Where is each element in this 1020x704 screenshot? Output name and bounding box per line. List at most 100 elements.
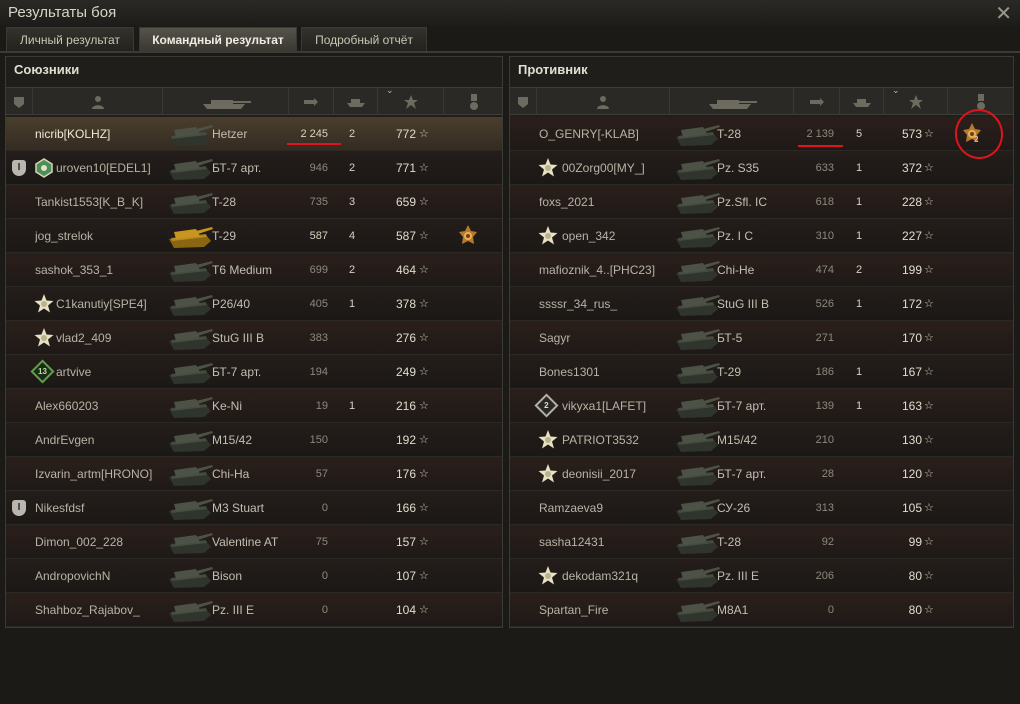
table-row[interactable]: deonisii_2017 БТ-7 арт. 28 120 ☆ — [510, 457, 1013, 491]
xp-value: 80 — [908, 602, 922, 617]
table-row[interactable]: AndropovichN Bison 0 107 ☆ — [6, 559, 502, 593]
table-row[interactable]: Alex660203 Ke-Ni 19 1 216 ☆ — [6, 389, 502, 423]
tank-thumbnail-icon — [673, 321, 721, 354]
table-row[interactable]: open_342 Pz. I C 310 1 227 ☆ — [510, 219, 1013, 253]
sort-xp-column[interactable]: ⌄ — [378, 85, 444, 115]
table-row[interactable]: mafioznik_4..[PHC23] Chi-He 474 2 199 ☆ — [510, 253, 1013, 287]
table-row[interactable]: jog_strelok T-29 587 4 587 ☆ — [6, 219, 502, 253]
table-row[interactable]: Spartan_Fire M8A1 0 80 ☆ — [510, 593, 1013, 627]
player-name[interactable]: C1kanutiy[SPE4] — [56, 287, 176, 320]
table-row[interactable]: Dimon_002_228 Valentine AT 75 157 ☆ — [6, 525, 502, 559]
table-row[interactable]: nicrib[KOLHZ] Hetzer 2 245 2 772 ☆ — [6, 117, 502, 151]
tab-detailed-report[interactable]: Подробный отчёт — [301, 27, 427, 51]
sort-xp-column[interactable]: ⌄ — [884, 85, 948, 115]
player-name[interactable]: Dimon_002_228 — [35, 525, 175, 558]
player-name[interactable]: mafioznik_4..[PHC23] — [539, 253, 679, 286]
sort-tank-column[interactable] — [670, 88, 794, 115]
kills-value — [344, 321, 360, 354]
damage-icon — [304, 97, 318, 106]
tab-team-result[interactable]: Командный результат — [139, 27, 297, 51]
player-name[interactable]: jog_strelok — [35, 219, 175, 252]
player-name[interactable]: ssssr_34_rus_ — [539, 287, 679, 320]
player-name[interactable]: Alex660203 — [35, 389, 175, 422]
sort-kills-column[interactable] — [334, 88, 378, 115]
clan-emblem-icon — [34, 151, 54, 184]
sort-badge-column[interactable] — [510, 88, 537, 115]
player-name[interactable]: Tankist1553[K_B_K] — [35, 185, 175, 218]
player-name[interactable]: open_342 — [562, 219, 682, 252]
table-row[interactable]: foxs_2021 Pz.Sfl. IC 618 1 228 ☆ — [510, 185, 1013, 219]
tank-name: Pz.Sfl. IC — [717, 194, 768, 209]
damage-value: 271 — [815, 331, 834, 344]
damage-value: 0 — [827, 603, 834, 616]
table-row[interactable]: Ramzaeva9 СУ-26 313 105 ☆ — [510, 491, 1013, 525]
close-icon[interactable]: ✕ — [995, 1, 1012, 25]
player-name[interactable]: nicrib[KOLHZ] — [35, 117, 175, 150]
sort-player-column[interactable] — [33, 88, 163, 115]
tank-thumbnail-icon — [673, 185, 721, 218]
xp-value: 249 — [395, 364, 416, 379]
player-name[interactable]: Sagyr — [539, 321, 679, 354]
table-row[interactable]: Bones1301 T-29 186 1 167 ☆ — [510, 355, 1013, 389]
player-name[interactable]: uroven10[EDEL1] — [56, 151, 176, 184]
table-row[interactable]: ssssr_34_rus_ StuG III B 526 1 172 ☆ — [510, 287, 1013, 321]
damage-value: 526 — [815, 297, 834, 310]
table-row[interactable]: O_GENRY[-KLAB] T-28 2 139 5 573 ☆ 2 — [510, 117, 1013, 151]
player-name[interactable]: PATRIOT3532 — [562, 423, 682, 456]
xp-value: 192 — [395, 432, 416, 447]
table-row[interactable]: AndrEvgen M15/42 150 192 ☆ — [6, 423, 502, 457]
table-row[interactable]: Tankist1553[K_B_K] T-28 735 3 659 ☆ — [6, 185, 502, 219]
table-row[interactable]: PATRIOT3532 M15/42 210 130 ☆ — [510, 423, 1013, 457]
player-name[interactable]: sasha12431 — [539, 525, 679, 558]
tank-name: СУ-26 — [717, 500, 751, 515]
sort-medal-column[interactable] — [444, 88, 504, 115]
table-row[interactable]: 00Zorg00[MY_] Pz. S35 633 1 372 ☆ — [510, 151, 1013, 185]
sort-badge-column[interactable] — [6, 88, 33, 115]
player-name[interactable]: artvive — [56, 355, 176, 388]
player-name[interactable]: Izvarin_artm[HRONO] — [35, 457, 175, 490]
damage-value: 210 — [815, 433, 834, 446]
player-name[interactable]: Ramzaeva9 — [539, 491, 679, 524]
table-row[interactable]: Sagyr БТ-5 271 170 ☆ — [510, 321, 1013, 355]
table-row[interactable]: dekodam321q Pz. III E 206 80 ☆ — [510, 559, 1013, 593]
player-name[interactable]: vikyxa1[LAFET] — [562, 389, 682, 422]
allies-table-header: ⌄ — [6, 85, 504, 115]
tank-thumbnail-icon — [166, 593, 214, 626]
player-name[interactable]: O_GENRY[-KLAB] — [539, 117, 679, 150]
platoon-shield-icon: I — [12, 499, 26, 516]
player-name[interactable]: 00Zorg00[MY_] — [562, 151, 682, 184]
player-name[interactable]: Shahboz_Rajabov_ — [35, 593, 175, 626]
player-name[interactable]: vlad2_409 — [56, 321, 176, 354]
table-row[interactable]: 2 vikyxa1[LAFET] БТ-7 арт. 139 1 163 ☆ — [510, 389, 1013, 423]
sort-player-column[interactable] — [537, 88, 670, 115]
player-name[interactable]: AndropovichN — [35, 559, 175, 592]
player-name[interactable]: Bones1301 — [539, 355, 679, 388]
tank-thumbnail-icon — [166, 423, 214, 456]
table-row[interactable]: Iuroven10[EDEL1] БТ-7 арт. 946 2 771 ☆ — [6, 151, 502, 185]
medal-icon[interactable] — [456, 219, 480, 252]
player-name[interactable]: Spartan_Fire — [539, 593, 679, 626]
table-row[interactable]: 13 artvive БТ-7 арт. 194 249 ☆ — [6, 355, 502, 389]
table-row[interactable]: C1kanutiy[SPE4] P26/40 405 1 378 ☆ — [6, 287, 502, 321]
table-row[interactable]: Izvarin_artm[HRONO] Chi-Ha 57 176 ☆ — [6, 457, 502, 491]
sort-tank-column[interactable] — [163, 88, 289, 115]
xp-star-icon: ☆ — [924, 264, 934, 276]
sort-damage-column[interactable] — [794, 88, 840, 115]
table-row[interactable]: Shahboz_Rajabov_ Pz. III E 0 104 ☆ — [6, 593, 502, 627]
player-name[interactable]: sashok_353_1 — [35, 253, 175, 286]
table-row[interactable]: vlad2_409 StuG III B 383 276 ☆ — [6, 321, 502, 355]
table-row[interactable]: sashok_353_1 T6 Medium 699 2 464 ☆ — [6, 253, 502, 287]
player-name[interactable]: deonisii_2017 — [562, 457, 682, 490]
sort-damage-column[interactable] — [289, 88, 334, 115]
sort-kills-column[interactable] — [840, 88, 884, 115]
table-row[interactable]: sasha12431 T-28 92 99 ☆ — [510, 525, 1013, 559]
player-name[interactable]: AndrEvgen — [35, 423, 175, 456]
kills-value — [851, 457, 867, 490]
kills-value — [851, 559, 867, 592]
table-row[interactable]: I Nikesfdsf M3 Stuart 0 166 ☆ — [6, 491, 502, 525]
tab-personal-result[interactable]: Личный результат — [6, 27, 134, 51]
player-name[interactable]: Nikesfdsf — [35, 491, 175, 524]
player-name[interactable]: foxs_2021 — [539, 185, 679, 218]
player-name[interactable]: dekodam321q — [562, 559, 682, 592]
xp-star-icon: ☆ — [924, 298, 934, 310]
